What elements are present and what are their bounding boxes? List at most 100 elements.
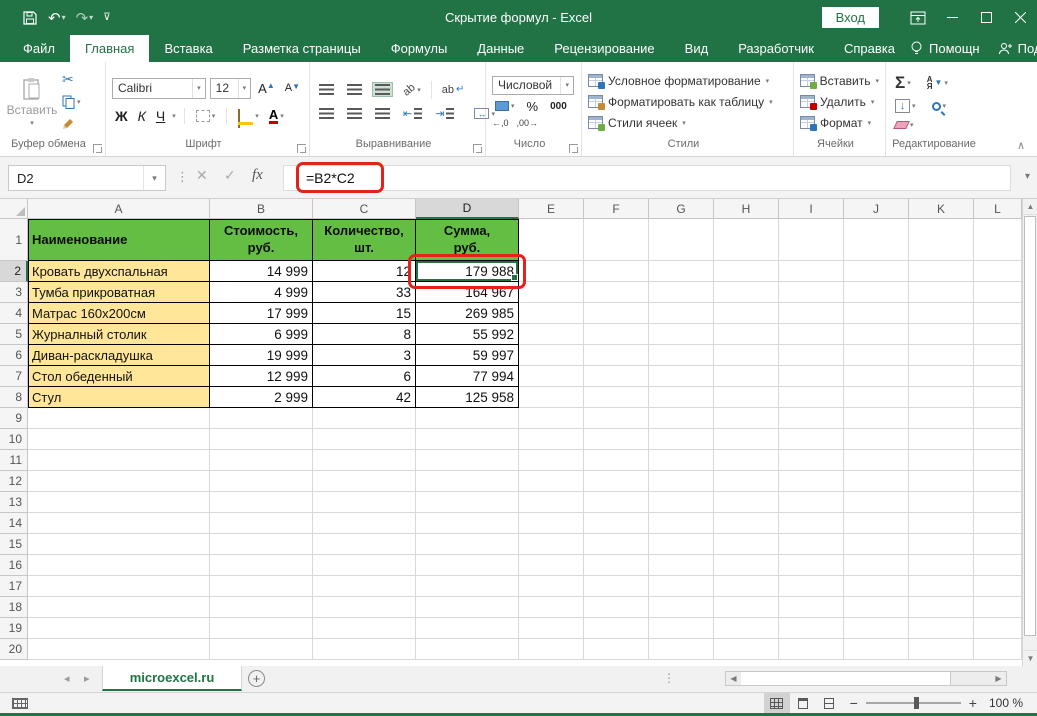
underline-arrow[interactable]: ▾ xyxy=(172,112,176,120)
cell-L12[interactable] xyxy=(974,471,1022,492)
cell-H2[interactable] xyxy=(714,261,779,282)
cell-L19[interactable] xyxy=(974,618,1022,639)
font-size-combo[interactable]: 12▾ xyxy=(210,78,251,99)
delete-cells-button[interactable]: Удалить▾ xyxy=(800,92,879,111)
cell-B13[interactable] xyxy=(210,492,313,513)
column-header-B[interactable]: B xyxy=(210,199,313,219)
cell-H17[interactable] xyxy=(714,576,779,597)
cell-E8[interactable] xyxy=(519,387,584,408)
decrease-decimal-button[interactable]: ,00→ xyxy=(517,118,539,128)
cell-I19[interactable] xyxy=(779,618,844,639)
cell-E19[interactable] xyxy=(519,618,584,639)
cell-H8[interactable] xyxy=(714,387,779,408)
cell-E5[interactable] xyxy=(519,324,584,345)
tab-Разработчик[interactable]: Разработчик xyxy=(723,35,829,62)
cell-E9[interactable] xyxy=(519,408,584,429)
cell-D8[interactable]: 125 958 xyxy=(416,387,519,408)
wrap-text-button[interactable]: ab↵ xyxy=(439,82,468,98)
cell-C7[interactable]: 6 xyxy=(313,366,416,387)
formula-bar-splitter[interactable]: ⋮ xyxy=(176,169,189,185)
cell-C6[interactable]: 3 xyxy=(313,345,416,366)
name-box[interactable]: D2 ▾ xyxy=(8,165,166,191)
cell-J7[interactable] xyxy=(844,366,909,387)
cell-B5[interactable]: 6 999 xyxy=(210,324,313,345)
accounting-format-button[interactable]: ▾ xyxy=(492,99,518,113)
cell-D5[interactable]: 55 992 xyxy=(416,324,519,345)
cell-G10[interactable] xyxy=(649,429,714,450)
cell-B19[interactable] xyxy=(210,618,313,639)
cell-E17[interactable] xyxy=(519,576,584,597)
grow-font-button[interactable]: А▲ xyxy=(255,81,278,96)
cell-F9[interactable] xyxy=(584,408,649,429)
cell-C15[interactable] xyxy=(313,534,416,555)
cell-I6[interactable] xyxy=(779,345,844,366)
zoom-level[interactable]: 100 % xyxy=(989,696,1023,710)
cell-B15[interactable] xyxy=(210,534,313,555)
cell-I13[interactable] xyxy=(779,492,844,513)
cell-F13[interactable] xyxy=(584,492,649,513)
cell-C10[interactable] xyxy=(313,429,416,450)
cell-G20[interactable] xyxy=(649,639,714,660)
conditional-formatting-button[interactable]: Условное форматирование▾ xyxy=(588,71,787,90)
cancel-entry-button[interactable]: ✕ xyxy=(196,167,208,184)
horizontal-scroll-thumb[interactable] xyxy=(741,672,951,685)
cell-E15[interactable] xyxy=(519,534,584,555)
cell-K13[interactable] xyxy=(909,492,974,513)
insert-function-button[interactable]: fx xyxy=(252,167,263,184)
cell-G14[interactable] xyxy=(649,513,714,534)
cell-F3[interactable] xyxy=(584,282,649,303)
cell-A17[interactable] xyxy=(28,576,210,597)
cell-J13[interactable] xyxy=(844,492,909,513)
row-header-6[interactable]: 6 xyxy=(0,345,28,366)
cell-J2[interactable] xyxy=(844,261,909,282)
cell-C5[interactable]: 8 xyxy=(313,324,416,345)
cell-A9[interactable] xyxy=(28,408,210,429)
cell-B6[interactable]: 19 999 xyxy=(210,345,313,366)
column-header-L[interactable]: L xyxy=(974,199,1022,219)
cell-D20[interactable] xyxy=(416,639,519,660)
percent-style-button[interactable]: % xyxy=(524,99,542,114)
cell-F7[interactable] xyxy=(584,366,649,387)
font-dialog-launcher[interactable] xyxy=(297,144,306,153)
cell-C2[interactable]: 12 xyxy=(313,261,416,282)
tab-Главная[interactable]: Главная xyxy=(70,35,149,62)
formula-input[interactable]: =B2*C2 xyxy=(283,165,1011,191)
cell-F15[interactable] xyxy=(584,534,649,555)
cell-J17[interactable] xyxy=(844,576,909,597)
tab-Рецензирование[interactable]: Рецензирование xyxy=(539,35,669,62)
tab-Формулы[interactable]: Формулы xyxy=(376,35,463,62)
scroll-down-arrow[interactable]: ▼ xyxy=(1023,650,1037,666)
cell-F4[interactable] xyxy=(584,303,649,324)
cell-H10[interactable] xyxy=(714,429,779,450)
cell-C18[interactable] xyxy=(313,597,416,618)
cell-F18[interactable] xyxy=(584,597,649,618)
cell-G1[interactable] xyxy=(649,219,714,261)
cell-L2[interactable] xyxy=(974,261,1022,282)
cell-K20[interactable] xyxy=(909,639,974,660)
cell-G15[interactable] xyxy=(649,534,714,555)
cell-F16[interactable] xyxy=(584,555,649,576)
cell-J16[interactable] xyxy=(844,555,909,576)
cell-J6[interactable] xyxy=(844,345,909,366)
align-left-button[interactable] xyxy=(316,106,337,121)
row-header-17[interactable]: 17 xyxy=(0,576,28,597)
cell-K2[interactable] xyxy=(909,261,974,282)
autosum-button[interactable]: Σ▾ xyxy=(892,72,914,93)
cell-E12[interactable] xyxy=(519,471,584,492)
cell-G12[interactable] xyxy=(649,471,714,492)
format-painter-button[interactable] xyxy=(62,116,81,132)
page-layout-view-button[interactable] xyxy=(790,693,816,713)
font-name-combo[interactable]: Calibri▾ xyxy=(112,78,206,99)
cell-A12[interactable] xyxy=(28,471,210,492)
cell-J10[interactable] xyxy=(844,429,909,450)
insert-cells-button[interactable]: Вставить▾ xyxy=(800,71,879,90)
cell-H14[interactable] xyxy=(714,513,779,534)
align-right-button[interactable] xyxy=(372,106,393,121)
cell-J3[interactable] xyxy=(844,282,909,303)
save-icon[interactable] xyxy=(22,10,38,26)
vertical-scrollbar[interactable]: ▲ ▼ xyxy=(1022,199,1037,666)
column-header-G[interactable]: G xyxy=(649,199,714,219)
cell-F17[interactable] xyxy=(584,576,649,597)
cell-F12[interactable] xyxy=(584,471,649,492)
format-as-table-button[interactable]: Форматировать как таблицу▾ xyxy=(588,92,787,111)
